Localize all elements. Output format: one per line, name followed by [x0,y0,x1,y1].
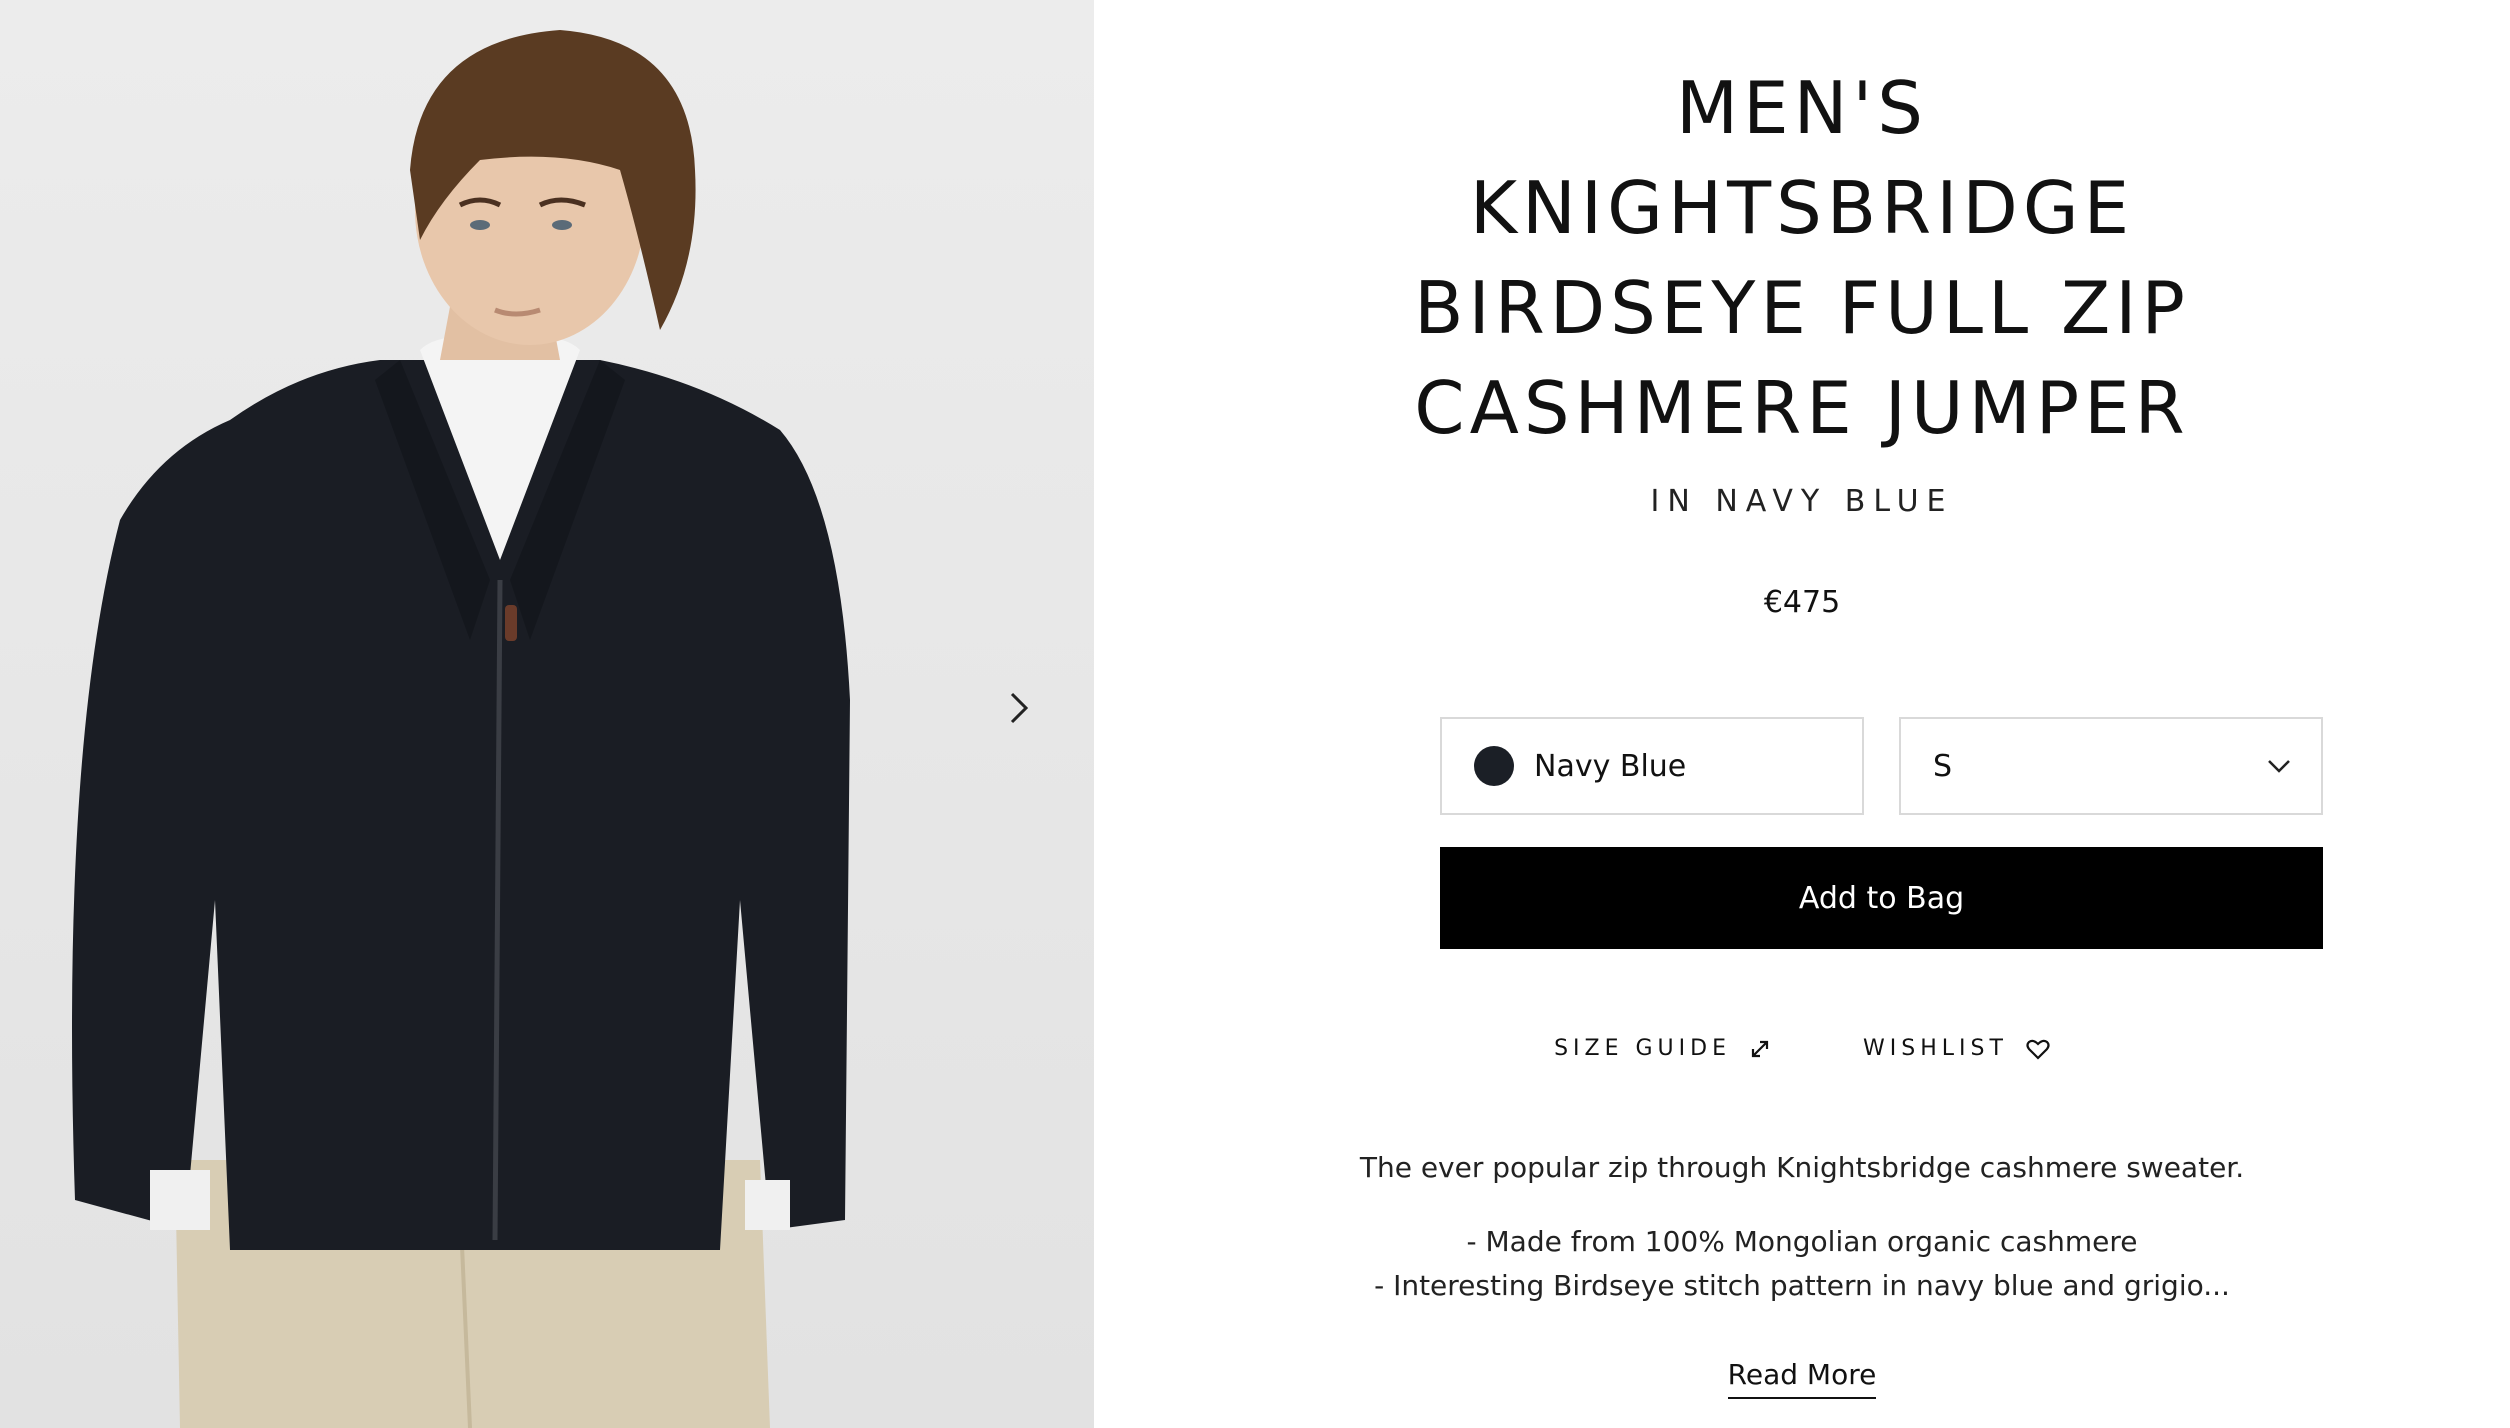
wishlist-label: WISHLIST [1863,1036,2008,1061]
heart-icon [2026,1039,2050,1060]
size-dropdown[interactable]: S [1899,717,2323,815]
read-more-link[interactable]: Read More [1727,1358,1877,1399]
product-title: MEN'S KNIGHTSBRIDGE BIRDSEYE FULL ZIP CA… [1012,58,2510,458]
expand-arrows-icon [1751,1040,1769,1057]
size-value: S [1933,748,1953,784]
wishlist-link[interactable]: WISHLIST [1863,1036,2050,1061]
chevron-down-icon [2268,760,2290,773]
product-price: €475 [1763,585,1841,620]
description-bullet: - Made from 100% Mongolian organic cashm… [1466,1225,2138,1258]
color-swatch [1474,746,1514,786]
product-color-subtitle: IN NAVY BLUE [1650,484,1954,519]
product-photo [72,30,850,1428]
description-intro: The ever popular zip through Knightsbrid… [1359,1151,2245,1184]
product-title-line: KNIGHTSBRIDGE [1469,166,2135,250]
description-bullet: - Interesting Birdseye stitch pattern in… [1374,1269,2230,1302]
product-description: The ever popular zip through Knightsbrid… [1012,1146,2510,1308]
product-title-line: CASHMERE JUMPER [1414,366,2190,450]
product-image-gallery [0,0,1094,1428]
size-guide-label: SIZE GUIDE [1554,1036,1731,1061]
chevron-right-icon [1010,692,1029,724]
color-label: Navy Blue [1534,748,1687,784]
add-to-bag-button[interactable]: Add to Bag [1440,847,2323,949]
secondary-links: SIZE GUIDE WISHLIST [1012,1036,2510,1061]
product-info-panel: MEN'S KNIGHTSBRIDGE BIRDSEYE FULL ZIP CA… [1094,0,2510,1428]
size-guide-link[interactable]: SIZE GUIDE [1554,1036,1771,1061]
read-more-container: Read More [1012,1358,2510,1399]
product-page: MEN'S KNIGHTSBRIDGE BIRDSEYE FULL ZIP CA… [0,0,2510,1428]
color-selector[interactable]: Navy Blue [1440,717,1864,815]
next-image-arrow[interactable] [1008,690,1056,738]
product-title-line: MEN'S [1676,66,1928,150]
product-title-line: BIRDSEYE FULL ZIP [1414,266,2190,350]
